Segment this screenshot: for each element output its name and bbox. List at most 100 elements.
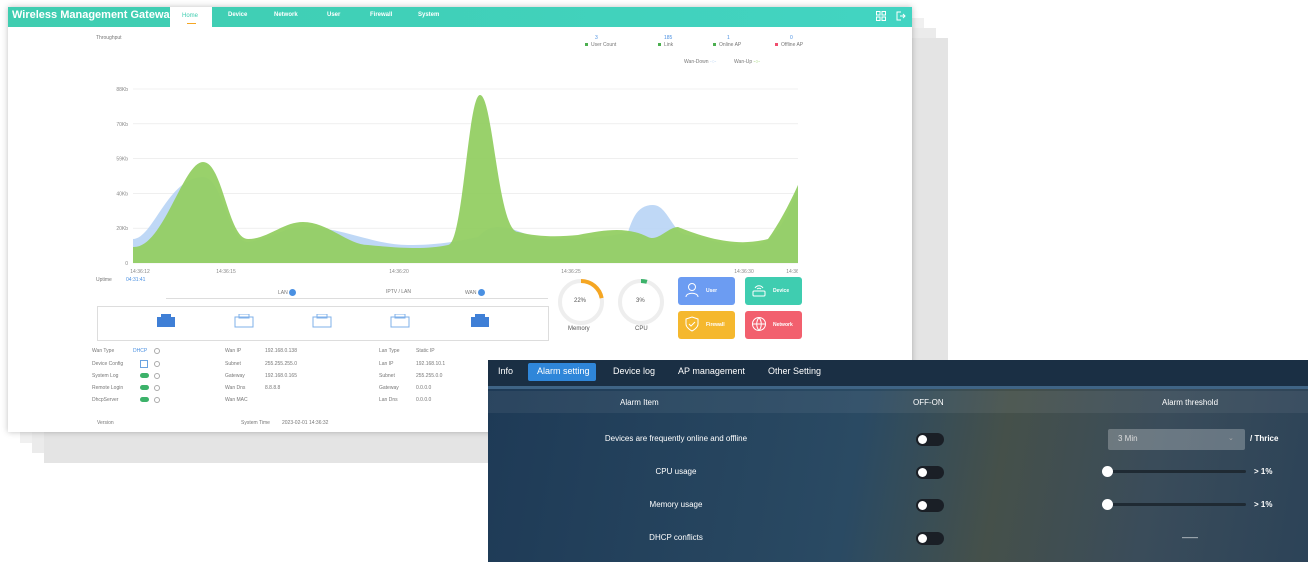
memory-label: Memory	[568, 326, 590, 332]
y-tick-label: 70Kb	[116, 122, 128, 128]
network-tile[interactable]: Network	[745, 311, 802, 339]
x-tick-label: 14:36:20	[389, 269, 409, 275]
nav-home[interactable]: Home	[170, 7, 212, 27]
top-navigation-bar: Wireless Management Gateway Home Device …	[8, 7, 912, 27]
alarm-tab-bar: Info Alarm setting Device log AP managem…	[488, 360, 1308, 386]
gear-icon[interactable]	[154, 348, 160, 354]
wan-port-icon	[471, 314, 489, 327]
lan-label: LAN	[278, 289, 297, 296]
grid-icon[interactable]	[876, 11, 886, 21]
wan-type-label: Wan Type	[92, 348, 115, 354]
tab-other-setting[interactable]: Other Setting	[768, 366, 821, 376]
cpu-threshold-value: > 1%	[1254, 467, 1273, 476]
nav-user[interactable]: User	[327, 12, 340, 18]
gear-icon[interactable]	[154, 361, 160, 367]
wan-ip-label: Wan IP	[225, 348, 242, 354]
remote-login-label: Remote Login	[92, 385, 124, 391]
wan-gateway-label: Gateway	[225, 373, 245, 379]
alarm-row-label-cpu: CPU usage	[655, 467, 697, 476]
gear-icon[interactable]	[154, 385, 160, 391]
interval-select[interactable]: 3 Min ⌄	[1108, 429, 1245, 450]
header-off-on: OFF-ON	[913, 398, 944, 407]
lan-type-label: Lan Type	[379, 348, 400, 354]
throughput-label: Throughput	[96, 35, 122, 41]
wan-up-area	[133, 95, 798, 263]
wan-type-value: DHCP	[133, 348, 148, 354]
throughput-chart: 88Kb 70Kb 59Kb 40Kb 20Kb 0 14:36:12 14:36:15 14…	[116, 87, 798, 275]
memory-usage-switch[interactable]	[916, 499, 944, 512]
y-tick-label: 20Kb	[116, 226, 128, 232]
dhcp-conflicts-switch[interactable]	[916, 532, 944, 545]
legend-wan-up[interactable]: Wan-Up -○-	[734, 59, 760, 65]
alarm-row-label-dhcp: DHCP conflicts	[649, 533, 703, 542]
gear-icon[interactable]	[154, 397, 160, 403]
iptv-lan-label: IPTV / LAN	[386, 289, 412, 295]
user-tile[interactable]: User	[678, 277, 735, 305]
x-tick-label: 14:36:25	[561, 269, 581, 275]
lan-type-value: Static IP	[416, 348, 435, 354]
gear-icon[interactable]	[154, 373, 160, 379]
wan-dns-label: Wan Dns	[225, 385, 246, 391]
nav-device[interactable]: Device	[228, 12, 247, 18]
lan-dns-label: Lan Dns	[379, 397, 398, 403]
lan-ip-label: Lan IP	[379, 361, 394, 367]
nav-network[interactable]: Network	[274, 12, 298, 18]
x-tick-label: 14:36:12	[130, 269, 150, 275]
interval-suffix: / Thrice	[1250, 434, 1279, 443]
version-label: Version	[97, 420, 114, 426]
memory-threshold-value: > 1%	[1254, 500, 1273, 509]
memory-slider-handle[interactable]	[1102, 499, 1113, 510]
tab-ap-management[interactable]: AP management	[678, 366, 745, 376]
device-tile[interactable]: Device	[745, 277, 802, 305]
lan-ip-value: 192.168.10.1	[416, 361, 446, 367]
tab-alarm-setting[interactable]: Alarm setting	[537, 366, 590, 376]
remote-login-toggle[interactable]	[140, 385, 149, 390]
device-config-label: Device Config	[92, 361, 124, 367]
x-tick-label: 14:36:15	[216, 269, 236, 275]
dhcp-threshold-value: ——	[1182, 533, 1198, 542]
y-tick-label: 88Kb	[116, 87, 128, 93]
lan-port-2-icon	[234, 314, 254, 328]
lan-gateway-value: 0.0.0.0	[416, 385, 432, 391]
wan-label: WAN	[465, 289, 485, 296]
wan-mac-label: Wan MAC	[225, 397, 248, 403]
tab-info[interactable]: Info	[498, 366, 513, 376]
user-icon	[685, 283, 699, 298]
system-log-toggle[interactable]	[140, 373, 149, 378]
cpu-label: CPU	[635, 326, 648, 332]
upload-icon[interactable]	[140, 360, 148, 368]
nav-firewall[interactable]: Firewall	[370, 12, 392, 18]
uptime-label: Uptime	[96, 277, 112, 283]
tab-device-log[interactable]: Device log	[613, 366, 655, 376]
dhcp-server-label: DhcpServer	[92, 397, 119, 403]
chevron-down-icon: ⌄	[1228, 435, 1234, 442]
globe-icon	[752, 317, 766, 331]
system-time-label: System Time	[241, 420, 270, 426]
x-tick-label: 14:36:31	[786, 269, 798, 275]
cpu-usage-switch[interactable]	[916, 466, 944, 479]
cpu-slider-handle[interactable]	[1102, 466, 1113, 477]
cpu-threshold-slider[interactable]	[1106, 470, 1246, 473]
lan-subnet-label: Subnet	[379, 373, 395, 379]
online-offline-switch[interactable]	[916, 433, 944, 446]
wan-ip-value: 192.168.0.138	[265, 348, 297, 354]
wan-dns-value: 8.8.8.8	[265, 385, 281, 391]
shield-icon	[685, 316, 699, 332]
x-tick-label: 14:36:30	[734, 269, 754, 275]
iptv-port-icon	[390, 314, 410, 328]
wan-gateway-value: 192.168.0.165	[265, 373, 297, 379]
dhcp-server-toggle[interactable]	[140, 397, 149, 402]
legend-wan-down[interactable]: Wan-Down -○-	[684, 59, 716, 65]
nav-system[interactable]: System	[418, 12, 439, 18]
cpu-percent: 3%	[636, 298, 645, 304]
router-icon	[752, 285, 766, 297]
lan-port-1-icon	[157, 314, 175, 327]
y-tick-label: 0	[125, 261, 128, 267]
alarm-row-label-online-offline: Devices are frequently online and offlin…	[604, 434, 748, 443]
uptime-value: 04:31:41	[126, 277, 146, 283]
lan-dns-value: 0.0.0.0	[416, 397, 432, 403]
system-time-value: 2023-02-01 14:36:32	[282, 420, 329, 426]
logout-icon[interactable]	[896, 11, 906, 21]
firewall-tile[interactable]: Firewall	[678, 311, 735, 339]
memory-threshold-slider[interactable]	[1106, 503, 1246, 506]
